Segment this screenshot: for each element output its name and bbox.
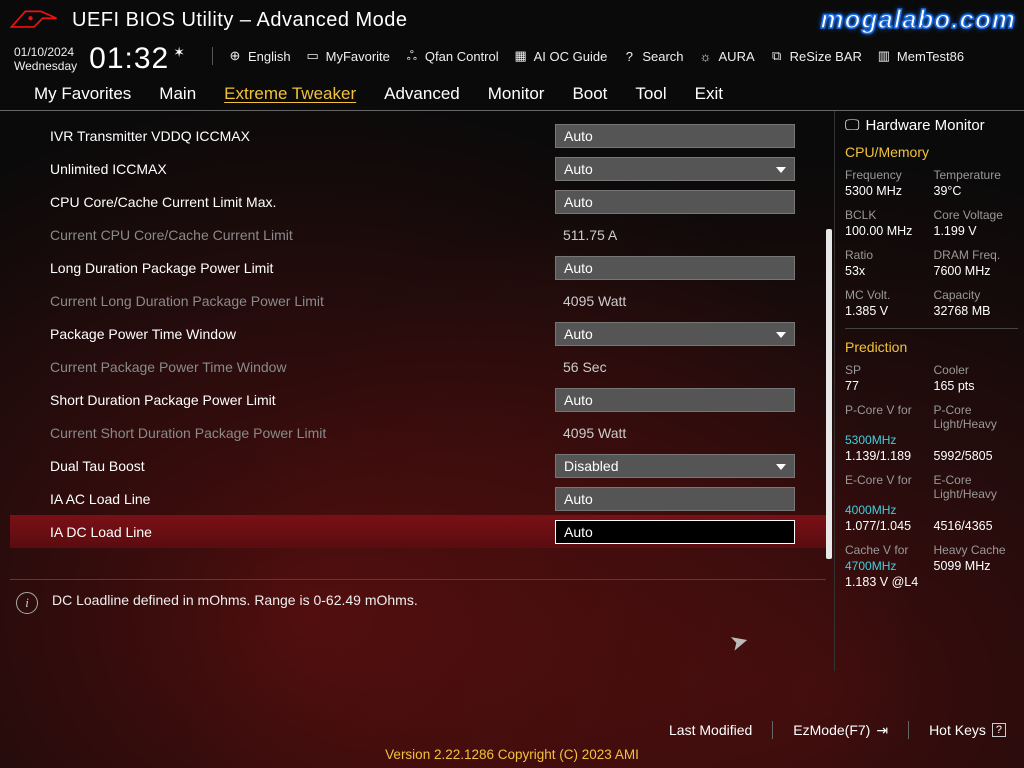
rog-logo (8, 6, 60, 34)
hw-monitor-title: 🖵Hardware Monitor (845, 117, 1018, 134)
setting-value: 4095 Watt (555, 293, 626, 309)
chip-icon: ▦ (513, 48, 529, 64)
tab-advanced[interactable]: Advanced (384, 84, 460, 104)
setting-label: Package Power Time Window (50, 326, 555, 342)
hotkeys-button[interactable]: Hot Keys? (929, 721, 1006, 739)
tab-extreme-tweaker[interactable]: Extreme Tweaker (224, 84, 356, 104)
fan-icon: ஃ (404, 48, 420, 64)
setting-value: 4095 Watt (555, 425, 626, 441)
search-icon: ? (621, 48, 637, 64)
dropdown-field[interactable]: Auto (555, 157, 795, 181)
globe-icon: ⊕ (227, 48, 243, 64)
date-display: 01/10/2024 Wednesday (14, 45, 77, 74)
language-selector[interactable]: ⊕English (227, 48, 291, 64)
search-button[interactable]: ?Search (621, 48, 683, 64)
tab-my-favorites[interactable]: My Favorites (34, 84, 131, 104)
copyright: Version 2.22.1286 Copyright (C) 2023 AMI (0, 743, 1024, 768)
aura-icon: ☼ (698, 48, 714, 64)
text-field[interactable]: Auto (555, 256, 795, 280)
setting-package-power-time-window[interactable]: Package Power Time WindowAuto (10, 317, 826, 350)
exit-icon: ⇥ (876, 722, 888, 739)
myfavorite-button[interactable]: ▭MyFavorite (305, 48, 390, 64)
setting-label: Long Duration Package Power Limit (50, 260, 555, 276)
aura-button[interactable]: ☼AURA (698, 48, 755, 64)
setting-current-short-duration-package-power-limit: Current Short Duration Package Power Lim… (10, 416, 826, 449)
setting-label: IVR Transmitter VDDQ ICCMAX (50, 128, 555, 144)
setting-label: Dual Tau Boost (50, 458, 555, 474)
setting-label: IA AC Load Line (50, 491, 555, 507)
text-field[interactable]: Auto (555, 388, 795, 412)
clock[interactable]: 01:32✶ (89, 42, 186, 76)
prediction-heading: Prediction (845, 339, 1018, 355)
setting-current-package-power-time-window: Current Package Power Time Window56 Sec (10, 350, 826, 383)
setting-unlimited-iccmax[interactable]: Unlimited ICCMAXAuto (10, 152, 826, 185)
setting-label: IA DC Load Line (50, 524, 555, 540)
resize-icon: ⧉ (769, 48, 785, 64)
last-modified-button[interactable]: Last Modified (669, 721, 752, 739)
app-title: UEFI BIOS Utility – Advanced Mode (72, 9, 408, 32)
setting-ia-dc-load-line[interactable]: IA DC Load LineAuto (10, 515, 826, 548)
setting-label: Current Short Duration Package Power Lim… (50, 425, 555, 441)
tab-exit[interactable]: Exit (695, 84, 723, 104)
dropdown-field[interactable]: Auto (555, 322, 795, 346)
memtest-button[interactable]: ▥MemTest86 (876, 48, 964, 64)
question-icon: ? (992, 723, 1006, 737)
info-icon: i (16, 592, 38, 614)
setting-value: 56 Sec (555, 359, 607, 375)
dropdown-field[interactable]: Disabled (555, 454, 795, 478)
setting-cpu-core-cache-current-limit-max[interactable]: CPU Core/Cache Current Limit Max.Auto (10, 185, 826, 218)
setting-ia-ac-load-line[interactable]: IA AC Load LineAuto (10, 482, 826, 515)
text-field[interactable]: Auto (555, 190, 795, 214)
tab-tool[interactable]: Tool (635, 84, 666, 104)
text-field[interactable]: Auto (555, 520, 795, 544)
setting-ivr-transmitter-vddq-iccmax[interactable]: IVR Transmitter VDDQ ICCMAXAuto (10, 119, 826, 152)
tab-boot[interactable]: Boot (572, 84, 607, 104)
setting-label: Current CPU Core/Cache Current Limit (50, 227, 555, 243)
aioc-button[interactable]: ▦AI OC Guide (513, 48, 608, 64)
setting-dual-tau-boost[interactable]: Dual Tau BoostDisabled (10, 449, 826, 482)
setting-value: 511.75 A (555, 227, 617, 243)
monitor-icon: 🖵 (845, 117, 859, 134)
qfan-button[interactable]: ஃQfan Control (404, 48, 499, 64)
tab-monitor[interactable]: Monitor (488, 84, 545, 104)
setting-label: Short Duration Package Power Limit (50, 392, 555, 408)
ezmode-button[interactable]: EzMode(F7)⇥ (793, 721, 888, 739)
setting-short-duration-package-power-limit[interactable]: Short Duration Package Power LimitAuto (10, 383, 826, 416)
setting-label: CPU Core/Cache Current Limit Max. (50, 194, 555, 210)
scrollbar[interactable] (826, 229, 832, 559)
tab-main[interactable]: Main (159, 84, 196, 104)
setting-label: Current Long Duration Package Power Limi… (50, 293, 555, 309)
text-field[interactable]: Auto (555, 487, 795, 511)
setting-long-duration-package-power-limit[interactable]: Long Duration Package Power LimitAuto (10, 251, 826, 284)
gear-icon[interactable]: ✶ (173, 44, 186, 61)
setting-current-cpu-core-cache-current-limit: Current CPU Core/Cache Current Limit511.… (10, 218, 826, 251)
resizebar-button[interactable]: ⧉ReSize BAR (769, 48, 862, 64)
star-icon: ▭ (305, 48, 321, 64)
ram-icon: ▥ (876, 48, 892, 64)
cursor-icon: ➤ (727, 627, 752, 657)
text-field[interactable]: Auto (555, 124, 795, 148)
setting-label: Current Package Power Time Window (50, 359, 555, 375)
setting-label: Unlimited ICCMAX (50, 161, 555, 177)
setting-current-long-duration-package-power-limit: Current Long Duration Package Power Limi… (10, 284, 826, 317)
cpu-memory-heading: CPU/Memory (845, 144, 1018, 160)
help-text: DC Loadline defined in mOhms. Range is 0… (52, 592, 418, 649)
